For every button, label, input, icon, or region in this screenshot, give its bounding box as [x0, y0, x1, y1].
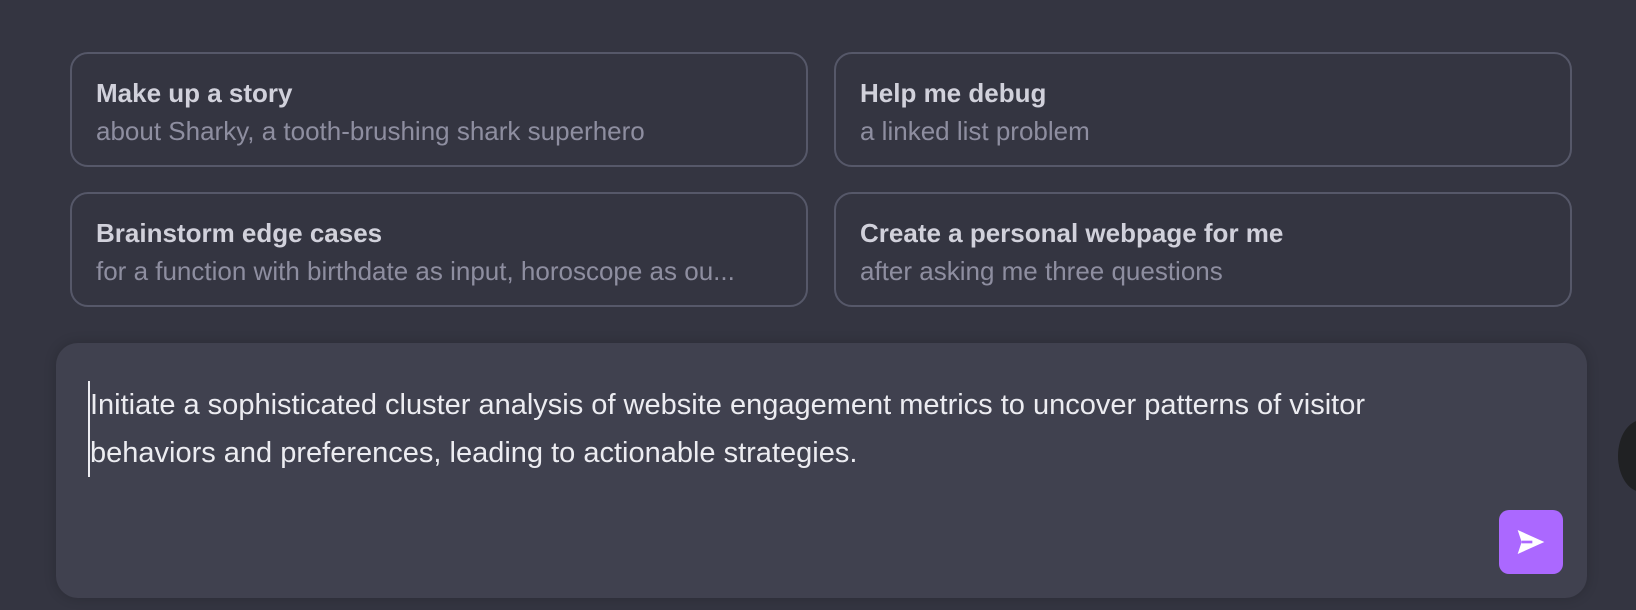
- chat-page: Make up a story about Sharky, a tooth-br…: [0, 0, 1636, 610]
- suggestion-card-brainstorm[interactable]: Brainstorm edge cases for a function wit…: [70, 192, 808, 307]
- suggestion-title: Help me debug: [860, 78, 1047, 108]
- suggestion-subtitle: for a function with birthdate as input, …: [96, 256, 735, 286]
- message-input[interactable]: Initiate a sophisticated cluster analysi…: [88, 381, 1490, 477]
- suggestion-subtitle: a linked list problem: [860, 116, 1090, 146]
- suggestion-card-debug[interactable]: Help me debug a linked list problem: [834, 52, 1572, 167]
- suggestion-card-webpage[interactable]: Create a personal webpage for me after a…: [834, 192, 1572, 307]
- suggestion-title: Brainstorm edge cases: [96, 218, 383, 248]
- paper-plane-icon: [1517, 530, 1545, 554]
- send-button[interactable]: [1499, 510, 1563, 574]
- edge-scroll-button[interactable]: [1618, 420, 1636, 492]
- suggestion-title: Create a personal webpage for me: [860, 218, 1284, 248]
- suggestion-card-story[interactable]: Make up a story about Sharky, a tooth-br…: [70, 52, 808, 167]
- suggestion-grid: Make up a story about Sharky, a tooth-br…: [70, 52, 1573, 307]
- suggestion-subtitle: after asking me three questions: [860, 256, 1223, 286]
- message-composer[interactable]: Initiate a sophisticated cluster analysi…: [56, 343, 1587, 598]
- suggestion-subtitle: about Sharky, a tooth-brushing shark sup…: [96, 116, 645, 146]
- suggestion-title: Make up a story: [96, 78, 293, 108]
